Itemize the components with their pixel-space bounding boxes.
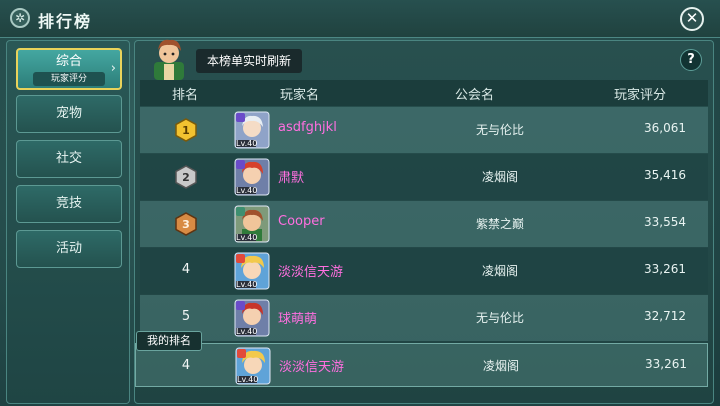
player-level: Lv.40 [236,139,258,148]
page-title: 排行榜 [38,12,93,31]
guild-name: 无与伦比 [475,123,524,137]
guild-name: 紫禁之巅 [475,217,524,231]
sidebar-item-label: 活动 [55,241,82,256]
sidebar-item-arena[interactable]: 竞技 [16,185,122,223]
player-score: 32,712 [644,309,686,323]
sidebar-item-sublabel: 玩家评分 [33,72,105,86]
column-header-rank: 排名 [172,88,199,103]
table-row[interactable]: 5 Lv.40 球萌萌 无与伦比 32,712 [140,295,708,341]
column-header-guild: 公会名 [455,88,495,103]
rank-number: 4 [181,262,191,277]
svg-text:1: 1 [182,124,190,137]
player-name[interactable]: 球萌萌 [278,308,317,327]
guild-name: 凌烟阁 [481,170,518,184]
svg-text:3: 3 [182,218,190,231]
sidebar-item-social[interactable]: 社交 [16,140,122,178]
sidebar-item-label: 社交 [55,151,82,166]
table-row[interactable]: 1 Lv.40 asdfghjkl 无与伦比 36,061 [140,107,708,153]
sidebar-item-label: 综合 [55,54,82,69]
column-header-score: 玩家评分 [614,88,667,103]
category-sidebar: 综合 玩家评分 › 宠物 社交 竞技 活动 [6,40,130,404]
player-score: 33,261 [644,262,686,276]
player-score: 36,061 [644,121,686,135]
guild-name: 无与伦比 [475,311,524,325]
sidebar-item-overall[interactable]: 综合 玩家评分 › [16,48,122,90]
my-rank-tag: 我的排名 [136,331,202,351]
sidebar-item-pets[interactable]: 宠物 [16,95,122,133]
sidebar-item-events[interactable]: 活动 [16,230,122,268]
rank-number: 4 [181,358,191,373]
column-header-player: 玩家名 [280,88,320,103]
player-score: 35,416 [644,168,686,182]
rank-number: 5 [181,309,191,324]
help-button[interactable]: ? [680,49,702,71]
player-name[interactable]: 淡淡信天游 [278,261,343,280]
player-name[interactable]: 淡淡信天游 [279,356,344,375]
bronze-medal-icon: 3 [174,212,198,236]
player-level: Lv.40 [236,186,258,195]
player-score: 33,554 [644,215,686,229]
table-header: 排名 玩家名 公会名 玩家评分 [140,80,708,106]
gold-medal-icon: 1 [174,118,198,142]
leaderboard-icon: ✲ [10,8,30,28]
sidebar-item-label: 竞技 [55,196,82,211]
player-name[interactable]: Cooper [278,214,325,229]
table-row[interactable]: 3 Lv.40 Cooper 紫禁之巅 33,554 [140,201,708,247]
player-name[interactable]: 肃默 [278,167,304,186]
player-score: 33,261 [645,357,687,371]
title-bar: ✲ 排行榜 ✕ [0,0,720,38]
sidebar-item-label: 宠物 [55,106,82,121]
guild-name: 凌烟阁 [481,264,518,278]
my-rank-row[interactable]: 4 Lv.40 淡淡信天游 凌烟阁 33,261 [135,343,708,387]
npc-avatar [146,38,192,80]
close-button[interactable]: ✕ [680,7,704,31]
player-level: Lv.40 [236,327,258,336]
chevron-right-icon: › [110,61,116,76]
silver-medal-icon: 2 [174,165,198,189]
player-level: Lv.40 [236,280,258,289]
table-row[interactable]: 2 Lv.40 肃默 凌烟阁 35,416 [140,154,708,200]
refresh-notice: 本榜单实时刷新 [196,49,302,73]
player-level: Lv.40 [236,233,258,242]
guild-name: 凌烟阁 [482,359,519,373]
svg-text:2: 2 [182,171,190,184]
player-name[interactable]: asdfghjkl [278,120,337,135]
player-level: Lv.40 [237,375,259,384]
table-row[interactable]: 4 Lv.40 淡淡信天游 凌烟阁 33,261 [140,248,708,294]
